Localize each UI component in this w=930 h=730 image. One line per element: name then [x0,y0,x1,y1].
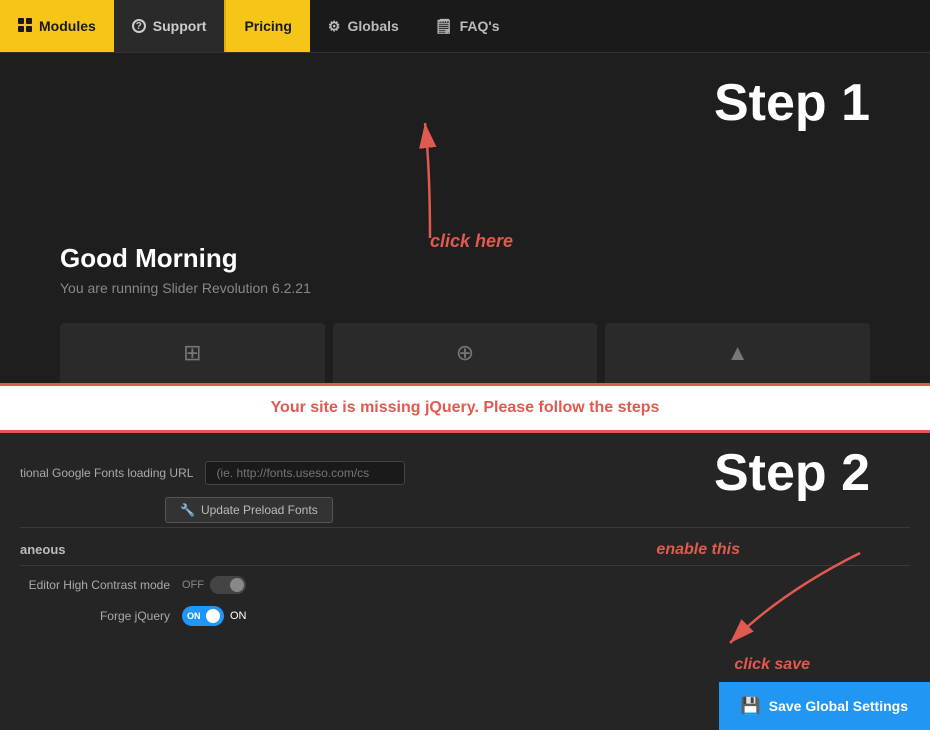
forge-toggle[interactable]: ON [182,606,247,626]
step1-label: Step 1 [714,73,870,133]
alert-text: Your site is missing jQuery. Please foll… [271,399,660,417]
save-global-label: Save Global Settings [769,698,908,714]
nav-support-label: Support [153,18,207,34]
card-icon-3: ▲ [727,340,749,366]
nav-support[interactable]: ? Support [114,0,225,52]
contrast-toggle[interactable]: OFF [182,576,246,594]
save-global-button[interactable]: 💾 Save Global Settings [719,682,930,730]
update-fonts-label: Update Preload Fonts [201,503,318,517]
fonts-input[interactable] [205,461,405,485]
card-3: ▲ [605,323,870,383]
update-fonts-button[interactable]: 🔧 Update Preload Fonts [165,497,333,523]
nav-globals[interactable]: ⚙ Globals [310,0,417,52]
save-icon: 💾 [741,696,761,716]
gear-icon: ⚙ [328,18,341,35]
wrench-icon: 🔧 [180,503,195,517]
forge-toggle-switch[interactable] [182,606,224,626]
forge-label: Forge jQuery [20,609,170,623]
page-icon: 🗒 [435,18,453,35]
nav-modules[interactable]: Modules [0,0,114,52]
card-1: ⊞ [60,323,325,383]
contrast-toggle-switch[interactable] [210,576,246,594]
nav-modules-label: Modules [39,18,96,34]
nav-faqs-label: FAQ's [460,18,500,34]
contrast-state: OFF [182,579,204,591]
contrast-label: Editor High Contrast mode [20,578,170,592]
save-annotation: click save [734,656,810,674]
forge-state: ON [230,610,247,622]
divider-1 [20,527,910,528]
card-strip: ⊞ ⊕ ▲ [0,323,930,383]
annotation-arrow-enable [680,533,880,663]
alert-banner: Your site is missing jQuery. Please foll… [0,383,930,433]
annotation-arrow-1 [370,108,490,248]
card-icon-2: ⊕ [456,340,474,366]
question-icon: ? [132,19,146,33]
card-icon-1: ⊞ [183,340,201,366]
card-2: ⊕ [333,323,598,383]
fonts-label: tional Google Fonts loading URL [20,466,193,480]
step2-label: Step 2 [714,443,870,503]
subtitle-text: You are running Slider Revolution 6.2.21 [60,280,930,296]
bottom-section: Step 2 tional Google Fonts loading URL 🔧… [0,433,930,730]
top-section: Step 1 Good Morning You are running Slid… [0,53,930,383]
click-here-annotation: click here [430,231,513,252]
nav-bar: Modules ? Support Pricing ⚙ Globals 🗒 FA… [0,0,930,53]
grid-icon [18,18,32,35]
nav-globals-label: Globals [347,18,398,34]
nav-pricing[interactable]: Pricing [224,0,309,52]
nav-pricing-label: Pricing [244,18,291,34]
nav-faqs[interactable]: 🗒 FAQ's [417,0,518,52]
